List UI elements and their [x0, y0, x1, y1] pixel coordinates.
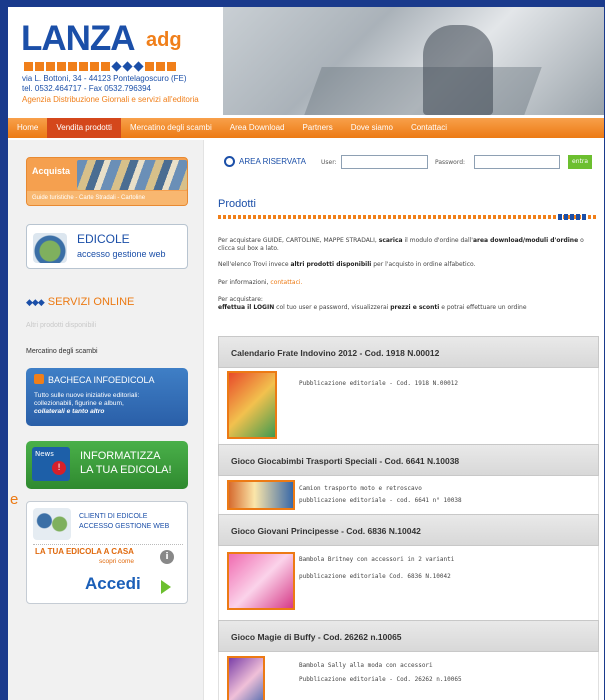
edicole-banner[interactable]: EDICOLE accesso gestione web: [26, 224, 188, 269]
info-icon[interactable]: i: [160, 550, 174, 564]
product-card: Bambola Britney con accessori in 2 varia…: [218, 546, 599, 620]
accedi-button[interactable]: Accedi: [85, 574, 141, 594]
nav-area-download[interactable]: Area Download: [221, 118, 294, 138]
user-input[interactable]: [341, 155, 428, 169]
clienti-banner[interactable]: CLIENTI DI EDICOLE ACCESSO GESTIONE WEB …: [26, 501, 188, 604]
entra-button[interactable]: entra: [568, 155, 592, 169]
site-header: LANZA adg via L. Bottoni, 34 - 44123 Pon…: [8, 7, 604, 115]
intro-paragraph-4: Per acquistare: effettua il LOGIN col tu…: [218, 296, 527, 311]
phone-text: tel. 0532.464717 - Fax 0532.796394: [22, 84, 151, 93]
news-icon: News!: [32, 447, 70, 481]
intro-paragraph-1: Per acquistare GUIDE, CARTOLINE, MAPPE S…: [218, 237, 584, 252]
link-mercatino[interactable]: Mercatino degli scambi: [26, 348, 98, 355]
product-title[interactable]: Calendario Frate Indovino 2012 - Cod. 19…: [218, 336, 599, 368]
product-thumbnail[interactable]: [227, 371, 277, 439]
acquista-subtitle: Guide turistiche - Carte Stradali - Cart…: [27, 191, 187, 205]
informatizza-banner[interactable]: News! INFORMATIZZA LA TUA EDICOLA!: [26, 441, 188, 489]
edicole-subtitle: accesso gestione web: [77, 249, 166, 259]
logo[interactable]: LANZA adg via L. Bottoni, 34 - 44123 Pon…: [8, 7, 223, 115]
product-description: Bambola Britney con accessori in 2 varia…: [299, 556, 455, 563]
product-card: Camion trasporto moto e retroscavo pubbl…: [218, 476, 599, 514]
nav-partners[interactable]: Partners: [293, 118, 341, 138]
acquista-title: Acquista: [32, 166, 71, 176]
main-content: AREA RISERVATA User: Password: entra Pro…: [203, 140, 604, 700]
product-card: Pubblicazione editoriale - Cod. 1918 N.0…: [218, 368, 599, 444]
address-text: via L. Bottoni, 34 - 44123 Pontelagoscur…: [22, 74, 187, 83]
login-bar: AREA RISERVATA User: Password: entra: [204, 152, 604, 174]
product-code: pubblicazione editoriale Cod. 6836 N.100…: [299, 573, 451, 580]
product-title[interactable]: Gioco Giovani Principesse - Cod. 6836 N.…: [218, 514, 599, 546]
area-riservata-label: AREA RISERVATA: [239, 157, 306, 166]
contattaci-link[interactable]: contattaci.: [270, 279, 302, 286]
servizi-online-heading: ◆◆◆ SERVIZI ONLINE: [26, 296, 134, 308]
blogger-icon: [34, 374, 44, 384]
bacheca-title: BACHECA INFOEDICOLA: [34, 374, 155, 385]
arrows-icon: ◆◆◆: [26, 297, 45, 307]
bacheca-banner[interactable]: BACHECA INFOEDICOLA Tutto sulle nuove in…: [26, 368, 188, 426]
intro-paragraph-2: Nell'elenco Trovi invece altri prodotti …: [218, 261, 476, 268]
web-access-icon: [33, 233, 67, 263]
logo-main-text: LANZA: [21, 19, 136, 58]
play-arrow-icon: [161, 580, 171, 594]
sidebar: Acquista Guide turistiche - Carte Strada…: [8, 140, 203, 700]
product-thumbnail[interactable]: [227, 480, 295, 510]
edicole-title: EDICOLE: [77, 232, 130, 246]
product-code: pubblicazione editoriale - cod. 6641 n° …: [299, 497, 462, 504]
header-photo: [223, 7, 604, 115]
logo-sub-text: adg: [146, 29, 182, 51]
product-card: Bambola Sally alla moda con accessori Pu…: [218, 652, 599, 700]
title-divider: [218, 214, 598, 220]
page-title: Prodotti: [218, 198, 256, 210]
maps-image: [77, 160, 187, 190]
lock-icon: [224, 156, 235, 167]
password-label: Password:: [435, 159, 466, 166]
edicola-a-casa-title: LA TUA EDICOLA A CASA: [35, 547, 134, 556]
product-description: Bambola Sally alla moda con accessori: [299, 662, 433, 669]
servizi-online-label: SERVIZI ONLINE: [47, 296, 135, 308]
stray-text: e: [10, 491, 19, 508]
users-icon: [33, 508, 71, 540]
nav-dove-siamo[interactable]: Dove siamo: [342, 118, 402, 138]
nav-contattaci[interactable]: Contattaci: [402, 118, 456, 138]
clienti-text: CLIENTI DI EDICOLE ACCESSO GESTIONE WEB: [79, 513, 170, 530]
password-input[interactable]: [474, 155, 560, 169]
tagline-text: Agenzia Distribuzione Giornali e servizi…: [22, 95, 199, 104]
page: LANZA adg via L. Bottoni, 34 - 44123 Pon…: [8, 7, 604, 700]
intro-paragraph-3: Per informazioni, contattaci.: [218, 279, 303, 286]
link-altri-prodotti[interactable]: Altri prodotti disponibili: [26, 322, 96, 329]
nav-home[interactable]: Home: [8, 118, 47, 138]
product-thumbnail[interactable]: [227, 656, 265, 700]
user-label: User:: [321, 159, 337, 166]
nav-vendita-prodotti[interactable]: Vendita prodotti: [47, 118, 121, 138]
product-code: Pubblicazione editoriale - Cod. 26262 n.…: [299, 676, 462, 683]
main-nav: Home Vendita prodotti Mercatino degli sc…: [8, 118, 604, 138]
product-thumbnail[interactable]: [227, 552, 295, 610]
informatizza-text: INFORMATIZZA LA TUA EDICOLA!: [80, 450, 172, 476]
scopri-come-link[interactable]: scopri come: [99, 558, 134, 565]
acquista-banner[interactable]: Acquista Guide turistiche - Carte Strada…: [26, 157, 188, 206]
nav-mercatino[interactable]: Mercatino degli scambi: [121, 118, 221, 138]
bacheca-text: Tutto sulle nuove iniziative editoriali:…: [34, 392, 140, 415]
product-description: Camion trasporto moto e retroscavo: [299, 485, 422, 492]
product-title[interactable]: Gioco Magie di Buffy - Cod. 26262 n.1006…: [218, 620, 599, 652]
product-description: Pubblicazione editoriale - Cod. 1918 N.0…: [299, 380, 458, 387]
product-title[interactable]: Gioco Giocabimbi Trasporti Speciali - Co…: [218, 444, 599, 476]
logo-dots: [24, 56, 204, 72]
